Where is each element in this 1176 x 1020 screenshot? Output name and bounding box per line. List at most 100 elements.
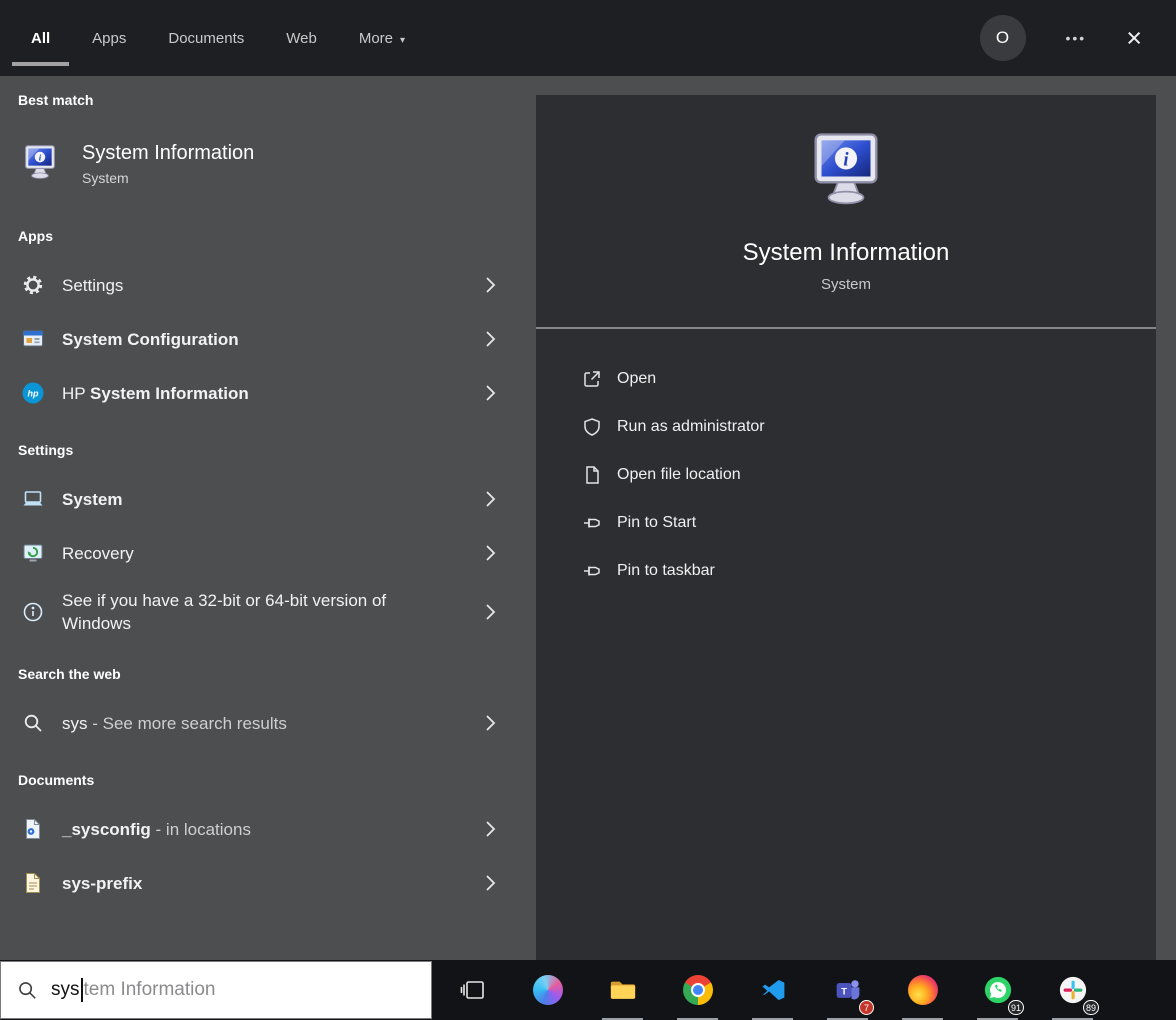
chevron-right-icon[interactable] xyxy=(485,714,496,732)
taskbar-icons: T 7 91 xyxy=(435,960,1110,1020)
chevron-right-icon[interactable] xyxy=(485,820,496,838)
taskbar-chrome-button[interactable] xyxy=(660,960,735,1020)
chrome-icon xyxy=(683,975,713,1005)
slack-badge: 89 xyxy=(1083,1000,1099,1015)
tab-documents-label: Documents xyxy=(168,30,244,47)
settings-gear-icon xyxy=(20,272,46,298)
result-hp-system-information[interactable]: hp HP System Information xyxy=(0,366,516,420)
more-options-button[interactable]: ••• xyxy=(1066,30,1087,46)
laptop-icon xyxy=(20,486,46,512)
action-open[interactable]: Open xyxy=(536,355,1156,403)
preview-pane: i System Information System Open xyxy=(536,95,1156,960)
system-information-icon: i xyxy=(20,144,60,184)
whatsapp-icon xyxy=(983,975,1013,1005)
tab-web[interactable]: Web xyxy=(286,30,317,47)
taskbar-firefox-button[interactable] xyxy=(885,960,960,1020)
system-information-icon-large: i xyxy=(804,131,888,215)
search-filter-tabs: All Apps Documents Web More▾ xyxy=(31,30,405,47)
text-cursor xyxy=(81,978,83,1002)
firefox-icon xyxy=(908,975,938,1005)
taskbar-teams-button[interactable]: T 7 xyxy=(810,960,885,1020)
section-header-documents: Documents xyxy=(18,772,498,788)
search-input-text[interactable]: system Information xyxy=(51,978,216,1002)
tab-documents[interactable]: Documents xyxy=(168,30,244,47)
taskbar: system Information xyxy=(0,960,1176,1020)
chevron-right-icon[interactable] xyxy=(485,490,496,508)
result-label: sys - See more search results xyxy=(62,712,287,735)
best-match-subtitle: System xyxy=(82,170,254,186)
result-doc-sysconfig[interactable]: _sysconfig - in locations xyxy=(0,802,516,856)
shield-icon xyxy=(582,417,602,437)
chevron-right-icon[interactable] xyxy=(485,544,496,562)
result-settings[interactable]: Settings xyxy=(0,258,516,312)
document-icon xyxy=(20,870,46,896)
start-search-flyout: All Apps Documents Web More▾ O ••• × Bes… xyxy=(0,0,1176,1020)
result-system-configuration[interactable]: System Configuration xyxy=(0,312,516,366)
result-best-match[interactable]: i System Information System xyxy=(0,122,516,206)
taskbar-copilot-button[interactable] xyxy=(510,960,585,1020)
preview-title: System Information xyxy=(743,239,950,267)
chevron-right-icon[interactable] xyxy=(485,874,496,892)
search-filter-bar: All Apps Documents Web More▾ O ••• × xyxy=(0,0,1176,76)
result-doc-sys-prefix[interactable]: sys-prefix xyxy=(0,856,516,910)
tab-all[interactable]: All xyxy=(31,30,50,47)
tab-all-label: All xyxy=(31,30,50,47)
preview-subtitle: System xyxy=(821,276,871,293)
taskbar-slack-button[interactable]: 89 xyxy=(1035,960,1110,1020)
tab-apps-label: Apps xyxy=(92,30,126,47)
open-icon xyxy=(582,369,602,389)
result-label: System xyxy=(62,488,122,511)
action-open-file-location[interactable]: Open file location xyxy=(536,451,1156,499)
best-match-text: System Information System xyxy=(82,142,254,186)
result-web-sys[interactable]: sys - See more search results xyxy=(0,696,516,750)
chevron-right-icon[interactable] xyxy=(485,276,496,294)
svg-text:T: T xyxy=(841,986,847,997)
taskbar-search-box[interactable]: system Information xyxy=(0,961,432,1019)
taskbar-whatsapp-button[interactable]: 91 xyxy=(960,960,1035,1020)
chevron-right-icon[interactable] xyxy=(485,330,496,348)
user-avatar[interactable]: O xyxy=(980,15,1026,61)
info-circle-icon xyxy=(20,599,46,625)
action-label: Pin to taskbar xyxy=(617,562,715,580)
taskbar-file-explorer-button[interactable] xyxy=(585,960,660,1020)
topbar-actions: O ••• × xyxy=(980,15,1143,61)
file-explorer-icon xyxy=(608,975,638,1005)
action-label: Open file location xyxy=(617,466,741,484)
action-run-as-administrator[interactable]: Run as administrator xyxy=(536,403,1156,451)
system-configuration-icon xyxy=(20,326,46,352)
result-system[interactable]: System xyxy=(0,472,516,526)
search-results-panel: Best match i System Information System xyxy=(0,76,516,960)
document-gear-icon xyxy=(20,816,46,842)
avatar-initial: O xyxy=(996,28,1009,48)
tab-apps[interactable]: Apps xyxy=(92,30,126,47)
recovery-icon xyxy=(20,540,46,566)
action-pin-to-taskbar[interactable]: Pin to taskbar xyxy=(536,547,1156,595)
tab-web-label: Web xyxy=(286,30,317,47)
result-recovery[interactable]: Recovery xyxy=(0,526,516,580)
result-label: See if you have a 32-bit or 64-bit versi… xyxy=(62,589,392,635)
chevron-right-icon[interactable] xyxy=(485,384,496,402)
chevron-right-icon[interactable] xyxy=(485,603,496,621)
section-header-apps: Apps xyxy=(18,228,498,244)
typed-query: sys xyxy=(51,979,80,1001)
tab-more[interactable]: More▾ xyxy=(359,30,405,47)
task-view-button[interactable] xyxy=(435,960,510,1020)
close-button[interactable]: × xyxy=(1126,25,1142,52)
pin-icon xyxy=(582,561,602,581)
slack-icon xyxy=(1058,975,1088,1005)
taskbar-vscode-button[interactable] xyxy=(735,960,810,1020)
result-32bit-64bit[interactable]: See if you have a 32-bit or 64-bit versi… xyxy=(0,580,516,644)
inline-suggestion: tem Information xyxy=(84,979,216,1001)
divider xyxy=(536,327,1156,329)
section-header-search-the-web: Search the web xyxy=(18,666,498,682)
context-actions: Open Run as administrator Open file loca… xyxy=(536,355,1156,595)
action-pin-to-start[interactable]: Pin to Start xyxy=(536,499,1156,547)
teams-icon: T xyxy=(834,976,862,1004)
section-header-best-match: Best match xyxy=(18,92,498,108)
copilot-icon xyxy=(533,975,563,1005)
result-label: sys-prefix xyxy=(62,872,142,895)
action-label: Run as administrator xyxy=(617,418,765,436)
action-label: Pin to Start xyxy=(617,514,696,532)
section-header-settings: Settings xyxy=(18,442,498,458)
whatsapp-badge: 91 xyxy=(1008,1000,1024,1015)
